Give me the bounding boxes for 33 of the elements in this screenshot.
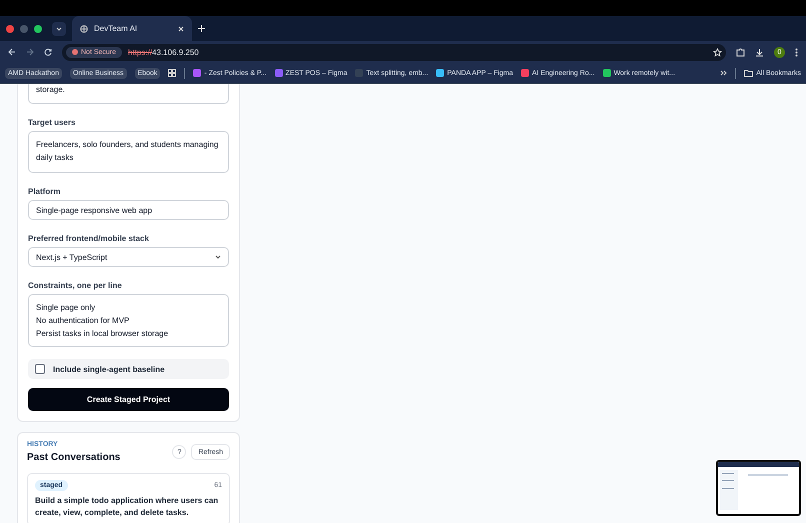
new-tab-icon[interactable] — [198, 25, 205, 32]
create-project-button[interactable]: Create Staged Project — [28, 388, 229, 411]
url-text: https://43.106.9.250 — [128, 48, 199, 56]
field-label: Preferred frontend/mobile stack — [28, 234, 150, 243]
field-label: Target users — [28, 118, 76, 127]
close-window-icon[interactable] — [6, 24, 14, 32]
maximize-window-icon[interactable] — [34, 24, 42, 32]
star-icon[interactable] — [713, 48, 722, 56]
tab-list-icon[interactable] — [52, 22, 66, 36]
textarea-field[interactable]: Freelancers, solo founders, and students managing daily tasks — [28, 131, 229, 173]
globe-icon — [80, 24, 88, 32]
checkbox-label: Include single-agent baseline — [53, 364, 165, 374]
field-label: Platform — [28, 187, 62, 196]
reload-icon[interactable] — [44, 48, 52, 56]
textarea-field[interactable]: storage. — [28, 84, 229, 104]
forward-icon[interactable] — [26, 48, 34, 56]
folder-icon — [744, 70, 754, 76]
menu-icon[interactable] — [795, 48, 798, 56]
close-icon[interactable] — [178, 26, 184, 32]
select-field[interactable]: Next.js + TypeScript — [28, 247, 229, 267]
back-icon[interactable] — [8, 48, 16, 56]
checkbox[interactable] — [35, 364, 45, 374]
download-icon[interactable] — [755, 48, 764, 56]
text-field[interactable]: Single-page responsive web app — [28, 200, 229, 220]
page-preview-thumbnail[interactable] — [716, 460, 801, 516]
conversation-text: Build a simple todo application where users can create, view, complete, and delete tasks. — [35, 495, 220, 519]
chevron-double-right-icon[interactable] — [720, 70, 728, 76]
browser-tab[interactable]: DevTeam AI — [72, 16, 192, 41]
field-label: Constraints, one per line — [28, 281, 123, 290]
chevron-down-icon — [215, 255, 221, 259]
textarea-field[interactable]: Single page only No authentication for MVP Persist tasks in local browser storage — [28, 294, 229, 347]
section-title: Past Conversations — [27, 452, 120, 463]
apps-grid-icon[interactable] — [168, 69, 176, 77]
